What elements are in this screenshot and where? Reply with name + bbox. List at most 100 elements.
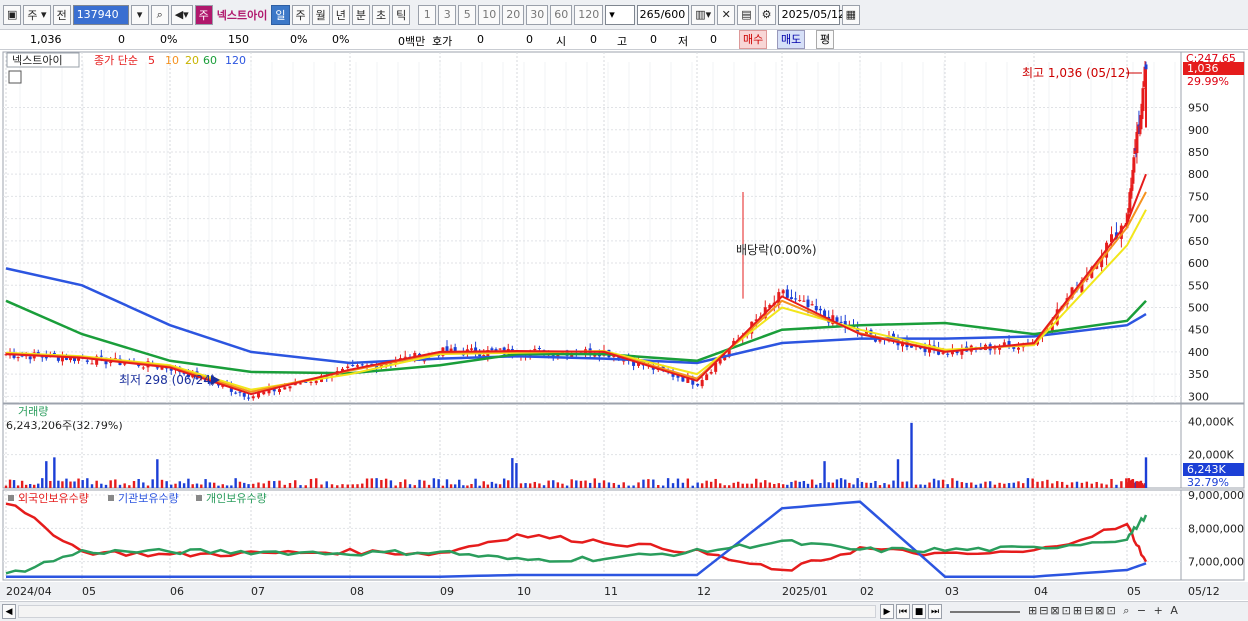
volume-bar	[104, 484, 108, 488]
candle-style-icon[interactable]: ▥▾	[691, 4, 716, 25]
period-number-button[interactable]: 5	[458, 4, 477, 25]
volume-bar	[498, 484, 502, 488]
candle-body	[781, 290, 785, 294]
candle-body	[533, 348, 537, 351]
volume-bar	[507, 480, 510, 488]
drawing-tools[interactable]: ⊞⊟⊠⊡⊞⊟⊠⊡ ⌕ − + A	[1028, 604, 1180, 618]
candle-body	[810, 304, 814, 306]
candle-body	[141, 367, 145, 369]
interval-button[interactable]: 년	[331, 4, 350, 25]
zoom-slider[interactable]	[950, 611, 1020, 613]
layout-icon[interactable]: ▣	[3, 4, 22, 25]
volume-bar	[794, 480, 797, 488]
buy-button[interactable]: 매수	[739, 30, 768, 49]
volume-bar	[896, 459, 900, 488]
high-value: 0	[650, 33, 657, 46]
volume-y-tick: 40,000K	[1188, 415, 1234, 428]
volume-bar	[919, 484, 922, 488]
calendar-icon[interactable]: ▦	[841, 4, 861, 25]
candle-body	[257, 393, 260, 398]
gear-icon[interactable]: ⚙	[757, 4, 776, 25]
period-number-button[interactable]: 10	[478, 4, 501, 25]
period-number-button[interactable]: 120	[574, 4, 604, 25]
volume-bar	[346, 484, 349, 488]
chart-scrollbar[interactable]	[18, 605, 876, 618]
volume-bar	[932, 478, 936, 488]
volume-bar	[77, 478, 80, 488]
period-number-button[interactable]: 3	[438, 4, 457, 25]
volume-bar	[304, 485, 307, 488]
volume-bar	[380, 479, 383, 488]
code-dropdown-icon[interactable]: ▾	[130, 4, 149, 25]
candle-body	[314, 380, 318, 384]
volume-bar	[823, 461, 826, 488]
scroll-right-icon[interactable]: ▶	[880, 604, 894, 619]
volume-bar	[315, 478, 318, 488]
volume-bar	[462, 485, 465, 488]
candle-body	[806, 299, 810, 307]
prev-button[interactable]: 전	[52, 4, 71, 25]
candle-body	[814, 305, 818, 311]
interval-button[interactable]: 틱	[392, 4, 411, 25]
volume-bar	[556, 482, 560, 488]
volume-bar	[937, 480, 940, 488]
custom-period-input[interactable]: ▾	[605, 4, 636, 25]
volume-bar	[524, 483, 527, 488]
volume-bar	[288, 483, 292, 488]
scroll-left-icon[interactable]: ◀	[2, 604, 16, 619]
search-icon[interactable]: ⌕	[150, 4, 169, 25]
volume-bar	[750, 483, 753, 488]
period-number-button[interactable]: 1	[418, 4, 437, 25]
volume-bar	[905, 481, 909, 488]
volume-bar	[657, 485, 660, 488]
volume-bar	[552, 480, 555, 488]
volume-bar	[593, 478, 596, 488]
rewind-icon[interactable]: ⏮	[896, 604, 910, 619]
interval-button[interactable]: 일	[271, 4, 290, 25]
hoga-value-2: 0	[526, 33, 533, 46]
volume-bar	[515, 463, 518, 488]
volume-bar	[538, 483, 541, 488]
period-select[interactable]: 주 ▾	[23, 4, 51, 25]
volume-bar	[109, 480, 112, 488]
avg-button[interactable]: 평	[816, 30, 835, 49]
volume-bar	[20, 480, 24, 488]
volume-bar	[533, 481, 536, 488]
date-input[interactable]: 2025/05/12	[777, 4, 845, 25]
interval-button[interactable]: 초	[372, 4, 391, 25]
sell-button[interactable]: 매도	[777, 30, 806, 49]
data-count-input[interactable]: 265/600	[637, 4, 690, 25]
volume-bar	[878, 485, 882, 488]
volume-bar	[123, 483, 126, 488]
save-icon[interactable]: ▤	[737, 4, 756, 25]
crosshair-icon[interactable]: ✕	[717, 4, 736, 25]
volume-bar	[988, 481, 992, 488]
volume-bar	[1036, 481, 1039, 488]
forward-icon[interactable]: ⏭	[928, 604, 942, 619]
x-axis-tick: 2024/04	[6, 585, 52, 598]
period-number-button[interactable]: 20	[502, 4, 525, 25]
volume-bar	[418, 479, 421, 488]
interval-button[interactable]: 월	[311, 4, 330, 25]
period-number-button[interactable]: 60	[550, 4, 573, 25]
volume-bar	[73, 481, 76, 488]
volume-bar	[579, 480, 583, 488]
volume-bar	[1003, 483, 1006, 488]
period-number-button[interactable]: 30	[526, 4, 549, 25]
candle-body	[470, 348, 473, 350]
stop-icon[interactable]: ■	[912, 604, 926, 619]
volume-bar	[191, 484, 194, 488]
holdings-y-tick: 8,000,000	[1188, 522, 1244, 535]
speaker-icon[interactable]: ◀▾	[170, 4, 193, 25]
stock-code-input[interactable]: 137940	[72, 4, 129, 25]
interval-button[interactable]: 주	[291, 4, 310, 25]
volume-bar	[356, 484, 359, 488]
chart-area[interactable]: 950 900 850 800 750 700 650 600 550 500 450 400 350 3…	[0, 50, 1248, 601]
volume-bar	[423, 480, 426, 488]
x-axis-tick: 02	[860, 585, 874, 598]
volume-bar	[856, 478, 859, 488]
candle-body	[299, 383, 302, 385]
interval-button[interactable]: 분	[351, 4, 371, 25]
volume-bar	[142, 482, 145, 488]
candle-body	[794, 298, 798, 300]
